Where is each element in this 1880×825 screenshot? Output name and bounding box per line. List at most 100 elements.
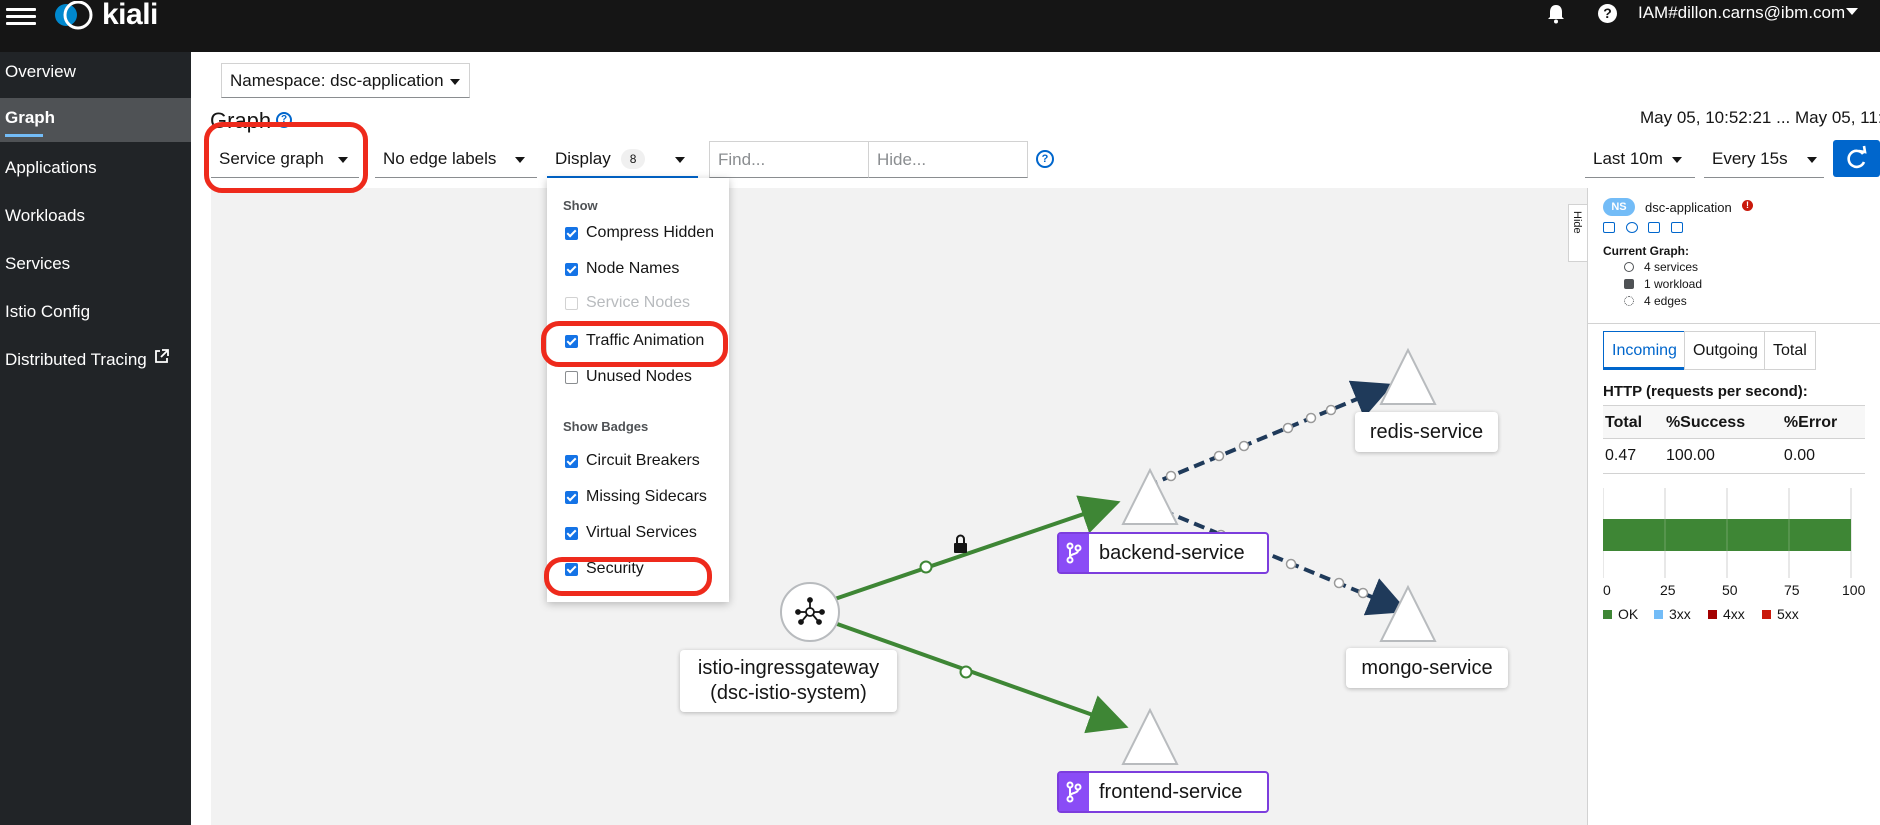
option-node-names[interactable]: Node Names bbox=[565, 260, 679, 278]
hamburger-menu-icon[interactable] bbox=[6, 4, 36, 30]
axis-tick: 25 bbox=[1660, 582, 1676, 598]
sidebar-item-istio-config[interactable]: Istio Config bbox=[0, 292, 191, 336]
redis-service-node[interactable] bbox=[1379, 347, 1437, 405]
checkbox-checked-icon[interactable] bbox=[565, 490, 578, 504]
user-menu-caret-icon[interactable] bbox=[1846, 8, 1858, 15]
refresh-button[interactable] bbox=[1833, 140, 1880, 177]
display-caret-icon bbox=[675, 157, 685, 163]
checkbox-checked-icon[interactable] bbox=[565, 226, 578, 240]
gateway-node[interactable] bbox=[780, 582, 840, 642]
main-content: Namespace: dsc-application Graph ? May 0… bbox=[191, 52, 1880, 825]
namespace-workloads-icon[interactable] bbox=[1648, 222, 1660, 233]
option-missing-sidecars[interactable]: Missing Sidecars bbox=[565, 488, 707, 506]
workloads-icon bbox=[1624, 279, 1634, 289]
current-graph-workloads: 1 workload bbox=[1624, 277, 1702, 291]
hide-input[interactable]: Hide... bbox=[868, 141, 1028, 178]
current-graph-edges: 4 edges bbox=[1624, 294, 1687, 308]
option-label: Virtual Services bbox=[586, 524, 697, 541]
option-label: Compress Hidden bbox=[586, 224, 715, 241]
sidebar-item-distributed-tracing[interactable]: Distributed Tracing bbox=[0, 340, 191, 384]
time-range-text: May 05, 10:52:21 ... May 05, 11:02:21 bbox=[1640, 108, 1880, 127]
gateway-namespace: (dsc-istio-system) bbox=[710, 682, 867, 704]
mongo-service-label[interactable]: mongo-service bbox=[1346, 648, 1508, 688]
legend-4xx: 4xx bbox=[1708, 606, 1745, 622]
edge-labels-select[interactable]: No edge labels bbox=[375, 141, 537, 178]
option-compress-hidden[interactable]: Compress Hidden bbox=[565, 224, 714, 242]
checkbox-unchecked-icon[interactable] bbox=[565, 370, 578, 384]
refresh-interval-select[interactable]: Every 15s bbox=[1704, 141, 1824, 178]
tab-outgoing[interactable]: Outgoing bbox=[1684, 331, 1767, 370]
legend-ok: OK bbox=[1603, 606, 1638, 622]
find-input[interactable]: Find... bbox=[709, 141, 869, 178]
virtual-service-badge-icon bbox=[1059, 534, 1089, 572]
sidebar-item-applications[interactable]: Applications bbox=[0, 148, 191, 192]
summary-namespace[interactable]: dsc-application bbox=[1645, 200, 1732, 215]
edges-icon bbox=[1624, 296, 1634, 306]
sidebar-nav: Overview Graph Applications Workloads Se… bbox=[0, 52, 191, 825]
current-graph-label: Current Graph: bbox=[1603, 244, 1690, 258]
user-menu[interactable]: IAM#dillon.carns@ibm.com bbox=[1638, 3, 1845, 23]
find-hide-help-icon[interactable]: ? bbox=[1036, 150, 1054, 168]
table-header: %Success bbox=[1663, 405, 1782, 439]
show-badges-group-heading: Show Badges bbox=[563, 419, 649, 434]
checkbox-checked-icon[interactable] bbox=[565, 454, 578, 468]
mongo-service-node[interactable] bbox=[1379, 584, 1437, 642]
legend-5xx: 5xx bbox=[1762, 606, 1799, 622]
hide-panel-label: Hide bbox=[1571, 211, 1583, 234]
sidebar-item-overview[interactable]: Overview bbox=[0, 52, 191, 96]
table-header-row: Total %Success %Error bbox=[1603, 405, 1865, 439]
duration-caret-icon bbox=[1672, 157, 1682, 163]
help-icon[interactable]: ? bbox=[1598, 4, 1617, 23]
option-virtual-services[interactable]: Virtual Services bbox=[565, 524, 697, 542]
frontend-service-name: frontend-service bbox=[1099, 781, 1243, 803]
refresh-icon bbox=[1847, 145, 1867, 169]
annotation-highlight-graph-type bbox=[204, 122, 368, 193]
logo-text: kiali bbox=[102, 0, 158, 31]
table-row: 0.47 100.00 0.00 bbox=[1603, 438, 1865, 474]
services-icon bbox=[1624, 262, 1634, 272]
display-dropdown-menu: Show Compress Hidden Node Names Service … bbox=[547, 178, 729, 602]
sidebar-item-graph[interactable]: Graph bbox=[0, 98, 191, 142]
display-select[interactable]: Display 8 bbox=[547, 141, 698, 178]
graph-canvas[interactable]: istio-ingressgateway (dsc-istio-system) … bbox=[211, 188, 1587, 825]
legend-label: 3xx bbox=[1669, 606, 1691, 622]
legend-label: 5xx bbox=[1777, 606, 1799, 622]
duration-label: Last 10m bbox=[1593, 149, 1663, 168]
duration-select[interactable]: Last 10m bbox=[1585, 141, 1695, 178]
current-graph-services: 4 services bbox=[1624, 260, 1698, 274]
traffic-dot bbox=[919, 560, 933, 574]
frontend-service-label[interactable]: frontend-service bbox=[1057, 771, 1269, 813]
backend-service-label[interactable]: backend-service bbox=[1057, 532, 1269, 574]
sidebar-item-services[interactable]: Services bbox=[0, 244, 191, 288]
option-circuit-breakers[interactable]: Circuit Breakers bbox=[565, 452, 700, 470]
notifications-bell-icon[interactable] bbox=[1547, 4, 1565, 24]
namespace-apps-icon[interactable] bbox=[1603, 222, 1615, 233]
sidebar-item-workloads[interactable]: Workloads bbox=[0, 196, 191, 240]
namespace-config-icon[interactable] bbox=[1671, 222, 1683, 233]
http-rate-table: Total %Success %Error 0.47 100.00 0.00 bbox=[1603, 405, 1865, 474]
display-label: Display bbox=[555, 149, 611, 168]
tab-total[interactable]: Total bbox=[1764, 331, 1816, 370]
option-service-nodes: Service Nodes bbox=[565, 296, 690, 310]
edge-backend-redis[interactable] bbox=[1146, 380, 1394, 488]
namespace-services-icon[interactable] bbox=[1626, 222, 1638, 233]
checkbox-checked-icon[interactable] bbox=[565, 526, 578, 540]
kiali-logo[interactable]: kiali bbox=[52, 0, 158, 32]
axis-tick: 100 bbox=[1842, 582, 1866, 598]
masthead: kiali ? IAM#dillon.carns@ibm.com bbox=[0, 0, 1880, 52]
namespace-select-label: Namespace: dsc-application bbox=[230, 71, 444, 90]
external-link-icon bbox=[155, 349, 170, 363]
legend-swatch bbox=[1762, 609, 1771, 619]
checkbox-checked-icon[interactable] bbox=[565, 262, 578, 276]
option-label: Service Nodes bbox=[586, 296, 691, 310]
table-header: Total bbox=[1603, 405, 1664, 439]
namespace-select[interactable]: Namespace: dsc-application bbox=[221, 63, 470, 98]
workloads-count: 1 workload bbox=[1644, 277, 1703, 291]
hide-panel-toggle[interactable]: Hide bbox=[1568, 204, 1587, 262]
option-unused-nodes[interactable]: Unused Nodes bbox=[565, 368, 692, 386]
refresh-interval-label: Every 15s bbox=[1712, 149, 1788, 168]
tab-incoming[interactable]: Incoming bbox=[1603, 331, 1686, 370]
redis-service-label[interactable]: redis-service bbox=[1355, 412, 1498, 452]
frontend-service-node[interactable] bbox=[1121, 707, 1179, 765]
option-label: Circuit Breakers bbox=[586, 452, 700, 469]
